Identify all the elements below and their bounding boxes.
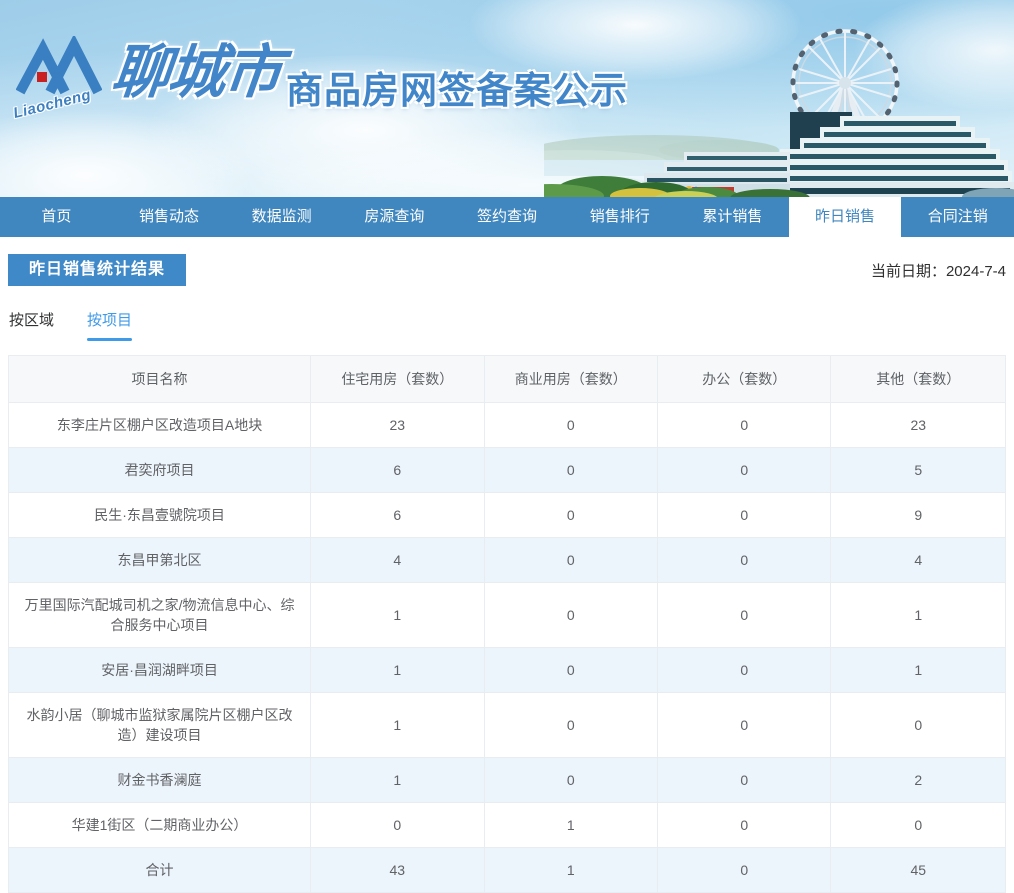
current-date-label: 当前日期： bbox=[870, 263, 946, 280]
count-cell: 0 bbox=[657, 447, 832, 493]
main-nav: 首页 销售动态 数据监测 房源查询 签约查询 销售排行 累计销售 昨日销售 合同注销 bbox=[0, 197, 1014, 237]
count-cell: 23 bbox=[830, 402, 1006, 448]
count-cell: 1 bbox=[310, 582, 485, 648]
count-cell: 6 bbox=[310, 492, 485, 538]
count-cell: 9 bbox=[830, 492, 1006, 538]
table-row: 财金书香澜庭 1 0 0 2 bbox=[7, 757, 1006, 803]
project-name-cell: 财金书香澜庭 bbox=[7, 757, 312, 803]
count-cell: 0 bbox=[657, 492, 832, 538]
cloud-decoration bbox=[0, 110, 250, 197]
column-header-4: 办公（套数） bbox=[657, 355, 832, 403]
page-title: 昨日销售统计结果 bbox=[8, 254, 187, 286]
table-row-total: 合计 43 1 0 45 bbox=[7, 847, 1006, 893]
table-row: 东昌甲第北区 4 0 0 4 bbox=[7, 537, 1006, 583]
current-date: 当前日期：2024-7-4 bbox=[871, 260, 1006, 281]
count-cell: 5 bbox=[830, 447, 1006, 493]
count-cell: 0 bbox=[483, 447, 659, 493]
count-cell: 0 bbox=[657, 647, 832, 693]
table-row: 安居·昌润湖畔项目 1 0 0 1 bbox=[7, 647, 1006, 693]
tab-1[interactable]: 按区域 bbox=[9, 309, 54, 341]
count-cell: 0 bbox=[830, 802, 1006, 848]
table-row: 华建1街区（二期商业办公） 0 1 0 0 bbox=[7, 802, 1006, 848]
count-cell: 0 bbox=[657, 692, 832, 758]
count-cell: 4 bbox=[830, 537, 1006, 583]
count-cell: 1 bbox=[483, 802, 659, 848]
nav-item-2[interactable]: 销售动态 bbox=[113, 197, 226, 237]
count-cell: 2 bbox=[830, 757, 1006, 803]
project-name-cell: 君奕府项目 bbox=[7, 447, 312, 493]
nav-item-3[interactable]: 数据监测 bbox=[225, 197, 338, 237]
table-row: 东李庄片区棚户区改造项目A地块 23 0 0 23 bbox=[7, 402, 1006, 448]
tab-label: 按项目 bbox=[87, 312, 133, 329]
count-cell: 43 bbox=[310, 847, 485, 893]
project-name-cell: 水韵小居（聊城市监狱家属院片区棚户区改造）建设项目 bbox=[7, 692, 312, 758]
liaocheng-logo-icon: Liaocheng bbox=[12, 34, 103, 122]
project-name-cell: 东李庄片区棚户区改造项目A地块 bbox=[7, 402, 312, 448]
count-cell: 0 bbox=[657, 582, 832, 648]
count-cell: 4 bbox=[310, 537, 485, 583]
count-cell: 0 bbox=[310, 802, 485, 848]
column-header-2: 住宅用房（套数） bbox=[310, 355, 485, 403]
project-name-cell: 东昌甲第北区 bbox=[7, 537, 312, 583]
table-row: 水韵小居（聊城市监狱家属院片区棚户区改造）建设项目 1 0 0 0 bbox=[7, 692, 1006, 758]
count-cell: 0 bbox=[657, 537, 832, 583]
site-header-banner: Liaocheng 聊城市 商品房网签备案公示 bbox=[0, 0, 1014, 197]
count-cell: 0 bbox=[483, 402, 659, 448]
count-cell: 1 bbox=[310, 647, 485, 693]
count-cell: 1 bbox=[310, 757, 485, 803]
count-cell: 0 bbox=[657, 847, 832, 893]
project-name-cell: 华建1街区（二期商业办公） bbox=[7, 802, 312, 848]
count-cell: 45 bbox=[830, 847, 1006, 893]
nav-item-5[interactable]: 签约查询 bbox=[451, 197, 564, 237]
table-row: 民生·东昌壹號院项目 6 0 0 9 bbox=[7, 492, 1006, 538]
project-name-cell: 合计 bbox=[7, 847, 312, 893]
page-head: 昨日销售统计结果 当前日期：2024-7-4 bbox=[8, 254, 1006, 286]
site-name: 聊城市 bbox=[108, 40, 284, 105]
project-name-cell: 安居·昌润湖畔项目 bbox=[7, 647, 312, 693]
count-cell: 1 bbox=[483, 847, 659, 893]
table-header-row: 项目名称 住宅用房（套数） 商业用房（套数） 办公（套数） 其他（套数） bbox=[7, 355, 1006, 403]
nav-item-1[interactable]: 首页 bbox=[0, 197, 113, 237]
count-cell: 1 bbox=[830, 582, 1006, 648]
count-cell: 0 bbox=[483, 692, 659, 758]
table-header: 项目名称 住宅用房（套数） 商业用房（套数） 办公（套数） 其他（套数） bbox=[7, 355, 1006, 403]
view-tabs: 按区域 按项目 bbox=[8, 309, 1006, 341]
project-name-cell: 万里国际汽配城司机之家/物流信息中心、综合服务中心项目 bbox=[7, 582, 312, 648]
nav-item-4[interactable]: 房源查询 bbox=[338, 197, 451, 237]
nav-item-9[interactable]: 合同注销 bbox=[901, 197, 1014, 237]
count-cell: 0 bbox=[483, 647, 659, 693]
site-brand: Liaocheng 聊城市 商品房网签备案公示 bbox=[12, 34, 629, 122]
tab-active-underline bbox=[9, 338, 54, 341]
stepped-building bbox=[634, 112, 1014, 197]
nav-item-6[interactable]: 销售排行 bbox=[563, 197, 676, 237]
count-cell: 0 bbox=[657, 802, 832, 848]
table-row: 君奕府项目 6 0 0 5 bbox=[7, 447, 1006, 493]
tab-label: 按区域 bbox=[9, 312, 55, 329]
count-cell: 0 bbox=[657, 402, 832, 448]
project-name-cell: 民生·东昌壹號院项目 bbox=[7, 492, 312, 538]
site-subtitle: 商品房网签备案公示 bbox=[286, 70, 629, 111]
count-cell: 0 bbox=[483, 537, 659, 583]
count-cell: 0 bbox=[657, 757, 832, 803]
sales-stats-table: 项目名称 住宅用房（套数） 商业用房（套数） 办公（套数） 其他（套数） 东李庄片区棚户… bbox=[7, 355, 1006, 893]
table-body: 东李庄片区棚户区改造项目A地块 23 0 0 23 君奕府项目 6 0 0 5 民生·东昌壹號院项目… bbox=[7, 402, 1006, 893]
count-cell: 0 bbox=[483, 492, 659, 538]
nav-item-7[interactable]: 累计销售 bbox=[676, 197, 789, 237]
tab-active-underline bbox=[87, 338, 133, 341]
table-row: 万里国际汽配城司机之家/物流信息中心、综合服务中心项目 1 0 0 1 bbox=[7, 582, 1006, 648]
count-cell: 0 bbox=[483, 582, 659, 648]
count-cell: 1 bbox=[310, 692, 485, 758]
count-cell: 0 bbox=[830, 692, 1006, 758]
count-cell: 1 bbox=[830, 647, 1006, 693]
tab-2[interactable]: 按项目 bbox=[87, 309, 133, 341]
column-header-1: 项目名称 bbox=[7, 355, 312, 403]
count-cell: 6 bbox=[310, 447, 485, 493]
column-header-3: 商业用房（套数） bbox=[483, 355, 659, 403]
main-content: 昨日销售统计结果 当前日期：2024-7-4 按区域 按项目 项目名称 住宅用房（套… bbox=[0, 254, 1014, 893]
count-cell: 0 bbox=[483, 757, 659, 803]
column-header-5: 其他（套数） bbox=[830, 355, 1006, 403]
current-date-value: 2024-7-4 bbox=[945, 263, 1006, 280]
count-cell: 23 bbox=[310, 402, 485, 448]
nav-item-8[interactable]: 昨日销售 bbox=[788, 197, 902, 237]
